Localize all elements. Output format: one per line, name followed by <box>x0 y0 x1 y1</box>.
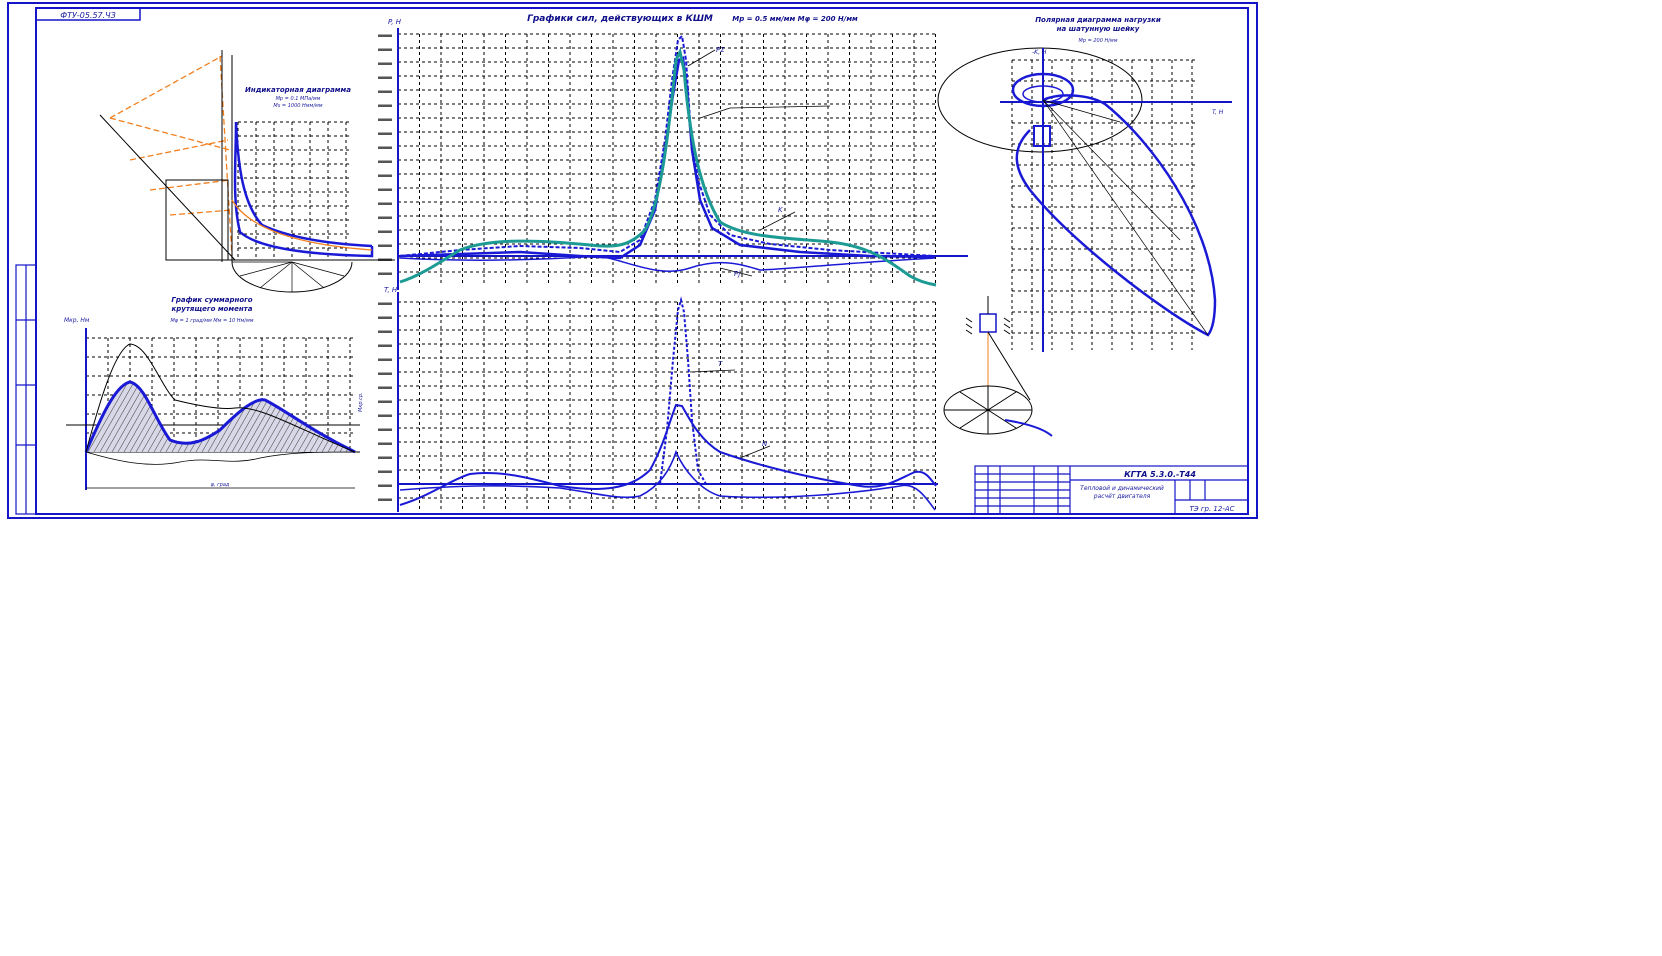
indicator-grid <box>237 121 350 260</box>
label-k: K <box>778 206 784 214</box>
y-tick-mark <box>378 90 392 93</box>
y-tick-mark <box>378 498 392 501</box>
indicator-title: Индикаторная диаграмма <box>245 86 351 94</box>
y-tick-mark <box>378 316 392 319</box>
stamp-code: ФТУ-05.57.ЧЗ <box>60 11 116 20</box>
force-graph-bottom-grid <box>397 301 936 510</box>
indicator-scale-2: Ms = 1000 Нмм/мм <box>273 103 322 109</box>
y-tick-mark <box>378 358 392 361</box>
polar-y-label: -K, Н <box>1032 49 1047 56</box>
y-tick-mark <box>378 34 392 37</box>
force-top-y-label: P, Н <box>388 18 402 26</box>
label-n: N <box>762 440 768 448</box>
curve-teal-k <box>399 47 937 287</box>
y-tick-mark <box>378 132 392 135</box>
y-tick-mark <box>378 146 392 149</box>
hatch-line <box>333 382 355 452</box>
y-tick-mark <box>378 62 392 65</box>
y-tick-mark <box>378 344 392 347</box>
indicator-compression <box>231 199 373 251</box>
y-tick-mark <box>378 272 392 275</box>
force-bottom-y-label: T, Н <box>384 286 398 294</box>
force-graph-title: Графики сил, действующих в КШМ <box>527 14 713 24</box>
polar-load-curve <box>1015 94 1217 337</box>
y-tick-mark <box>378 414 392 417</box>
polar-title-2: на шатунную шейку <box>1057 25 1140 33</box>
torque-title-1: График суммарного <box>171 296 252 304</box>
title-block-name-2: расчёт двигателя <box>1093 493 1151 500</box>
polar-x-label: T, Н <box>1212 109 1224 116</box>
label-p-j: Pj <box>734 270 740 278</box>
y-tick-mark <box>378 386 392 389</box>
torque-mean-label: Mкр.ср. <box>358 392 364 412</box>
torque-hatched-area <box>86 382 355 452</box>
label-t-upper: T <box>718 360 723 368</box>
left-binding-strip <box>15 264 37 515</box>
curve-normal-n <box>399 449 936 511</box>
y-tick-mark <box>378 244 392 247</box>
y-tick-mark <box>378 118 392 121</box>
y-tick-mark <box>378 372 392 375</box>
curve-p-sum <box>399 56 936 260</box>
polar-title-1: Полярная диаграмма нагрузки <box>1035 16 1161 24</box>
y-tick-mark <box>378 484 392 487</box>
indicator-construction <box>109 55 233 257</box>
force-top-y-ticks <box>378 34 392 275</box>
y-tick-mark <box>378 330 392 333</box>
y-tick-mark <box>378 216 392 219</box>
y-tick-mark <box>378 188 392 191</box>
drawing-sheet: ФТУ-05.57.ЧЗ Графики сил, действующих в … <box>7 2 1258 519</box>
y-tick-mark <box>378 230 392 233</box>
torque-title-2: крутящего момента <box>172 305 253 313</box>
y-tick-mark <box>378 442 392 445</box>
y-tick-mark <box>378 456 392 459</box>
title-block-name-1: Тепловой и динамический <box>1080 485 1164 492</box>
polar-outer-ellipse <box>937 47 1143 153</box>
force-graph-scale: Mp = 0.5 мм/мм Mφ = 200 Н/мм <box>732 15 858 23</box>
title-block-code: КГТА 5.3.0.-Т44 <box>1124 470 1196 479</box>
curve-tangential-t <box>399 403 937 506</box>
polar-scale: Mp = 200 Н/мм <box>1079 38 1118 44</box>
torque-secondary <box>85 451 356 465</box>
label-p-sum: PΣ <box>716 46 725 54</box>
crank-mechanism-sketch <box>943 296 1053 437</box>
y-tick-mark <box>378 76 392 79</box>
y-tick-mark <box>378 202 392 205</box>
torque-scale: Mφ = 1 град/мм Mм = 10 Нм/мм <box>170 318 253 324</box>
y-tick-mark <box>378 470 392 473</box>
polar-rays <box>1042 99 1209 336</box>
y-tick-mark <box>378 428 392 431</box>
indicator-frame-lines <box>99 50 395 262</box>
y-tick-mark <box>378 400 392 403</box>
force-bottom-y-ticks <box>378 302 392 501</box>
indicator-scale-1: Mp = 0.1 МПа/мм <box>276 96 321 102</box>
y-tick-mark <box>378 160 392 163</box>
torque-angle-label: φ, град <box>211 482 230 488</box>
y-tick-mark <box>378 174 392 177</box>
title-block-group: ТЭ гр. 12-АС <box>1189 505 1234 513</box>
y-tick-mark <box>378 48 392 51</box>
brick-rays <box>232 261 345 292</box>
torque-y-label: Mкр, Нм <box>64 317 90 324</box>
y-tick-mark <box>378 104 392 107</box>
y-tick-mark <box>378 302 392 305</box>
